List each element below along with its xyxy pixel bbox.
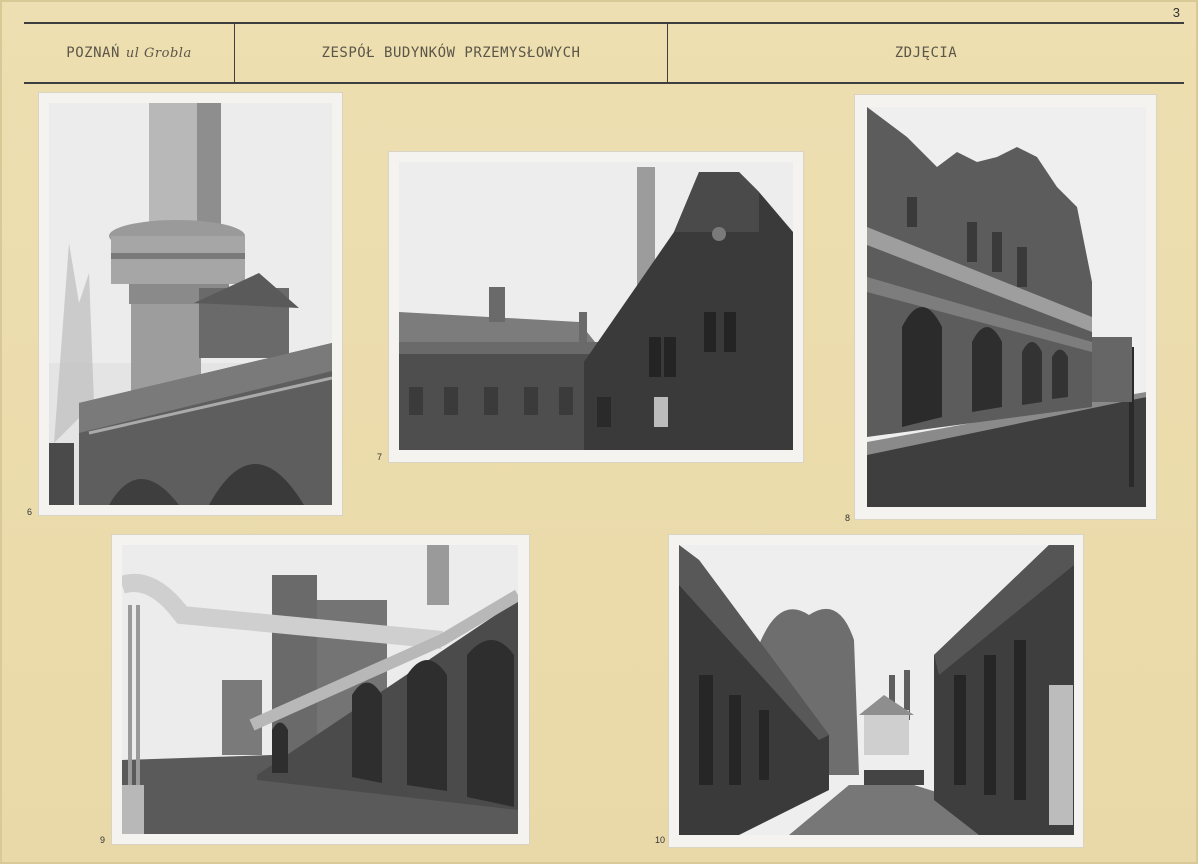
photo-number-7: 7: [377, 452, 383, 462]
section-label: ZDJĘCIA: [894, 45, 958, 61]
photo-frame-10: 10: [655, 535, 1083, 847]
photo-7-image: [399, 162, 793, 450]
photo-6: [49, 103, 332, 505]
photo-9: [122, 545, 518, 834]
photo-8-image: [867, 107, 1146, 507]
photo-9-image: [122, 545, 518, 834]
photo-7: [399, 162, 793, 450]
section-cell: ZDJĘCIA: [668, 24, 1184, 82]
photo-10: [679, 545, 1074, 835]
photo-6-image: [49, 103, 332, 505]
photo-number-10: 10: [655, 835, 666, 845]
header-table: POZNAŃ ul Grobla ZESPÓŁ BUDYNKÓW PRZEMYS…: [24, 22, 1184, 84]
location-cell: POZNAŃ ul Grobla: [24, 24, 235, 82]
document-title: ZESPÓŁ BUDYNKÓW PRZEMYSŁOWYCH: [321, 45, 581, 61]
photo-number-8: 8: [845, 513, 851, 523]
photo-frame-8: 8: [845, 95, 1156, 523]
page-number: 3: [1172, 5, 1180, 20]
photo-number-9: 9: [100, 835, 106, 845]
photo-number-6: 6: [27, 507, 33, 517]
album-page: 3 POZNAŃ ul Grobla ZESPÓŁ BUDYNKÓW PRZEM…: [0, 0, 1198, 864]
photo-frame-7: 7: [377, 152, 803, 462]
street-handwritten: ul Grobla: [125, 45, 192, 61]
photo-8: [867, 107, 1146, 507]
title-cell: ZESPÓŁ BUDYNKÓW PRZEMYSŁOWYCH: [235, 24, 668, 82]
photo-frame-9: 9: [100, 535, 529, 845]
photo-10-image: [679, 545, 1074, 835]
photo-frame-6: 6: [27, 93, 342, 517]
location-label: POZNAŃ: [66, 45, 120, 61]
